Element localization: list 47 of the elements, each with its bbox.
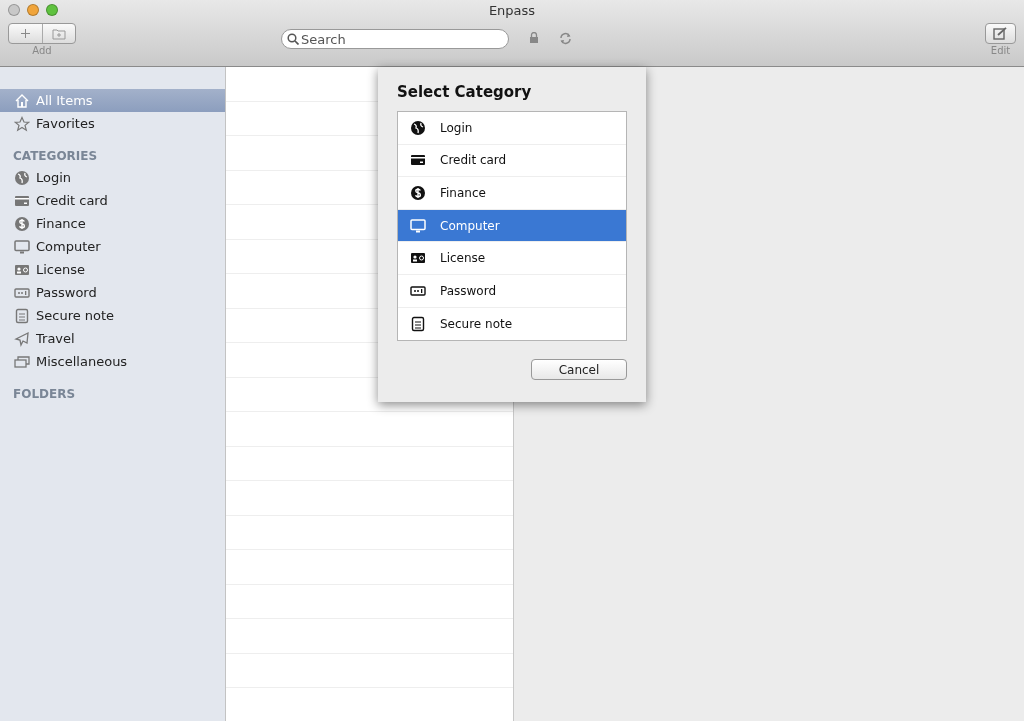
sidebar-item[interactable]: Miscellaneous (0, 350, 225, 373)
sidebar-item[interactable]: Travel (0, 327, 225, 350)
sidebar-item[interactable]: Finance (0, 212, 225, 235)
sidebar-item[interactable]: Secure note (0, 304, 225, 327)
plus-icon (21, 29, 30, 38)
cancel-button[interactable]: Cancel (531, 359, 627, 381)
dialog-title: Select Category (397, 83, 533, 101)
category-option[interactable]: Computer (398, 209, 626, 243)
search-field[interactable]: Search (281, 29, 509, 49)
window-title: Enpass (488, 3, 536, 18)
category-option[interactable]: License (398, 242, 626, 275)
dollar-icon (410, 185, 426, 201)
stacked-windows-icon (14, 353, 30, 370)
edit-icon (993, 27, 1008, 40)
sidebar-item[interactable]: Login (0, 166, 225, 189)
star-icon (14, 115, 30, 132)
notepad-icon (14, 307, 30, 324)
sync-button[interactable] (559, 32, 572, 45)
sync-icon (559, 32, 572, 45)
category-option[interactable]: Finance (398, 177, 626, 210)
zoom-button[interactable] (46, 4, 58, 16)
category-option[interactable]: Credit card (398, 144, 626, 178)
minimize-button[interactable] (27, 4, 39, 16)
folder-icon (52, 27, 66, 40)
sidebar-item[interactable]: Computer (0, 235, 225, 258)
category-option[interactable]: Password (398, 274, 626, 308)
edit-button[interactable] (985, 23, 1016, 44)
category-option[interactable]: Secure note (398, 307, 626, 341)
monitor-icon (14, 238, 30, 255)
house-icon (14, 92, 30, 109)
section-heading: CATEGORIES (12, 148, 99, 165)
search-icon (287, 33, 299, 45)
edit-label: Edit (990, 45, 1011, 56)
lock-icon (529, 32, 539, 43)
section-heading: FOLDERS (12, 386, 77, 403)
sidebar-item[interactable]: Credit card (0, 189, 225, 212)
sidebar-item[interactable]: Favorites (0, 112, 225, 135)
notepad-icon (410, 315, 426, 332)
sidebar-item[interactable]: License (0, 258, 225, 281)
monitor-icon (410, 217, 426, 234)
add-label: Add (32, 45, 52, 56)
close-button[interactable] (8, 4, 20, 16)
lock-button[interactable] (529, 32, 539, 43)
dollar-icon (14, 215, 30, 232)
sidebar-item[interactable]: Password (0, 281, 225, 304)
airplane-icon (14, 330, 30, 347)
category-option[interactable]: Login (398, 112, 626, 145)
